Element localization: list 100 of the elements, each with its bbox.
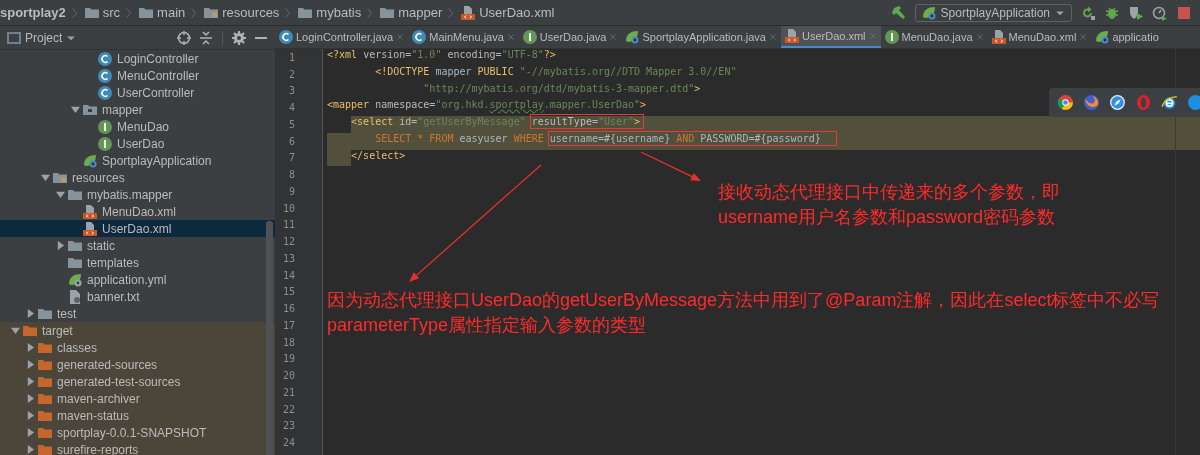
code-line: "http://mybatis.org/dtd/mybatis-3-mapper.dtd"> xyxy=(423,82,701,94)
breadcrumb-item[interactable]: src xyxy=(102,5,121,20)
code-line: SELECT * FROM easyuser WHERE username=#{username} AND PASSWORD=#{password} xyxy=(375,132,835,144)
annotation-text: 接收动态代理接口中传递来的多个参数，即username用户名参数和password密码参数 xyxy=(718,181,1061,229)
breadcrumb-item[interactable]: main xyxy=(157,5,186,20)
tree-item[interactable]: mapper xyxy=(0,101,275,118)
scrollbar[interactable] xyxy=(266,221,273,455)
editor-tab[interactable]: LoginController.java xyxy=(275,26,409,48)
line-number: 16 xyxy=(281,303,295,315)
tree-item[interactable]: test xyxy=(0,305,275,322)
browser-icon[interactable] xyxy=(1161,94,1178,111)
tree-item[interactable]: LoginController xyxy=(0,50,275,67)
browser-icon[interactable] xyxy=(1083,94,1100,111)
code-line: <select id="getUserByMessage" resultType="User"> xyxy=(351,116,643,127)
tree-item[interactable]: maven-status xyxy=(0,407,275,424)
line-number: 5 xyxy=(287,118,295,130)
leaf-icon xyxy=(82,152,98,169)
editor-tab[interactable]: MainMenu.java xyxy=(408,26,519,48)
editor-tab[interactable]: MenuDao.java xyxy=(880,26,988,48)
tree-item[interactable]: MenuDao.xml xyxy=(0,203,275,220)
leaf-icon xyxy=(67,271,83,288)
collapsed-arrow-icon[interactable] xyxy=(25,411,35,420)
line-number: 14 xyxy=(281,269,295,281)
breadcrumb-item[interactable]: mapper xyxy=(398,5,443,20)
tree-item[interactable]: target xyxy=(0,322,275,339)
interface-icon xyxy=(97,118,113,135)
tree-item[interactable]: SportplayApplication xyxy=(0,152,275,169)
line-number: 20 xyxy=(281,370,295,382)
line-number: 11 xyxy=(281,219,295,231)
file-icon xyxy=(460,4,477,21)
hammer-icon[interactable] xyxy=(890,4,907,21)
project-view-dropdown[interactable]: Project xyxy=(6,29,78,46)
file-icon xyxy=(82,203,98,220)
tree-item[interactable]: classes xyxy=(0,339,275,356)
editor-tab[interactable]: applicatio xyxy=(1091,26,1162,48)
tree-item[interactable]: MenuController xyxy=(0,67,275,84)
file-icon xyxy=(990,29,1007,45)
tree-item[interactable]: resources xyxy=(0,169,275,186)
collapsed-arrow-icon[interactable] xyxy=(25,428,35,437)
tree-item[interactable]: UserController xyxy=(0,84,275,101)
tree-item[interactable]: MenuDao xyxy=(0,118,275,135)
tree-item[interactable]: application.yml xyxy=(0,271,275,288)
tree-item[interactable]: generated-sources xyxy=(0,356,275,373)
collapsed-arrow-icon[interactable] xyxy=(25,360,35,369)
stop-icon[interactable] xyxy=(1176,4,1192,21)
line-number: 23 xyxy=(281,420,295,432)
line-number: 10 xyxy=(281,202,295,214)
collapsed-arrow-icon[interactable] xyxy=(25,445,35,454)
tree-item[interactable]: UserDao.xml xyxy=(0,220,275,237)
editor-tab[interactable]: UserDao.java xyxy=(518,26,622,48)
browser-icon[interactable] xyxy=(1109,94,1126,111)
breadcrumb-item[interactable]: resources xyxy=(222,5,280,20)
class-icon xyxy=(97,50,113,67)
line-number: 18 xyxy=(281,336,295,348)
editor-tab[interactable]: SportplayApplication.java xyxy=(621,26,781,48)
expanded-arrow-icon[interactable] xyxy=(40,173,50,182)
class-icon xyxy=(278,29,294,45)
run-configuration-dropdown[interactable]: SportplayApplication xyxy=(914,3,1072,22)
tree-item[interactable]: sportplay-0.0.1-SNAPSHOT xyxy=(0,424,275,441)
collapsed-arrow-icon[interactable] xyxy=(25,343,35,352)
editor-tab[interactable]: MenuDao.xml xyxy=(987,26,1092,48)
leaf-icon xyxy=(624,29,641,45)
expanded-arrow-icon[interactable] xyxy=(70,105,80,114)
tree-item[interactable]: UserDao xyxy=(0,135,275,152)
collapsed-arrow-icon[interactable] xyxy=(25,377,35,386)
expanded-arrow-icon[interactable] xyxy=(10,326,20,335)
line-number: 13 xyxy=(281,252,295,264)
tree-item[interactable]: generated-test-sources xyxy=(0,373,275,390)
tree-item[interactable]: templates xyxy=(0,254,275,271)
breadcrumb-item[interactable]: mybatis xyxy=(316,5,362,20)
breadcrumb-item[interactable]: UserDao.xml xyxy=(479,5,555,20)
browser-icon[interactable] xyxy=(1057,94,1074,111)
line-number: 21 xyxy=(281,386,295,398)
line-number: 19 xyxy=(281,353,295,365)
tree-item[interactable]: static xyxy=(0,237,275,254)
tree-item[interactable]: banner.txt xyxy=(0,288,275,305)
rerun-icon[interactable] xyxy=(1080,4,1096,21)
interface-icon xyxy=(97,135,113,152)
line-number: 8 xyxy=(287,169,295,181)
panel-icon xyxy=(6,29,22,46)
editor-tab[interactable]: UserDao.xml xyxy=(781,26,881,48)
collapsed-arrow-icon[interactable] xyxy=(25,309,35,318)
breadcrumb-item[interactable]: sportplay2 xyxy=(0,5,66,20)
code-line: <mapper namespace="org.hkd.sportplay.mapper.UserDao"> xyxy=(327,99,647,111)
collapsed-arrow-icon[interactable] xyxy=(25,394,35,403)
crosshair-icon[interactable] xyxy=(176,29,192,46)
gauge-icon[interactable] xyxy=(1152,4,1168,21)
settings-icon[interactable] xyxy=(231,29,247,46)
tree-item[interactable]: maven-archiver xyxy=(0,390,275,407)
line-number: 4 xyxy=(287,102,295,114)
leaf-icon xyxy=(1094,29,1111,45)
line-number: 17 xyxy=(281,319,295,331)
file-icon xyxy=(784,28,800,44)
tree-item[interactable]: mybatis.mapper xyxy=(0,186,275,203)
expanded-arrow-icon[interactable] xyxy=(55,190,65,199)
collapse-icon[interactable] xyxy=(198,29,214,46)
line-number: 6 xyxy=(287,135,295,147)
shield-run-icon[interactable] xyxy=(1128,4,1144,21)
leaf-icon xyxy=(920,4,937,21)
collapsed-arrow-icon[interactable] xyxy=(55,241,65,250)
